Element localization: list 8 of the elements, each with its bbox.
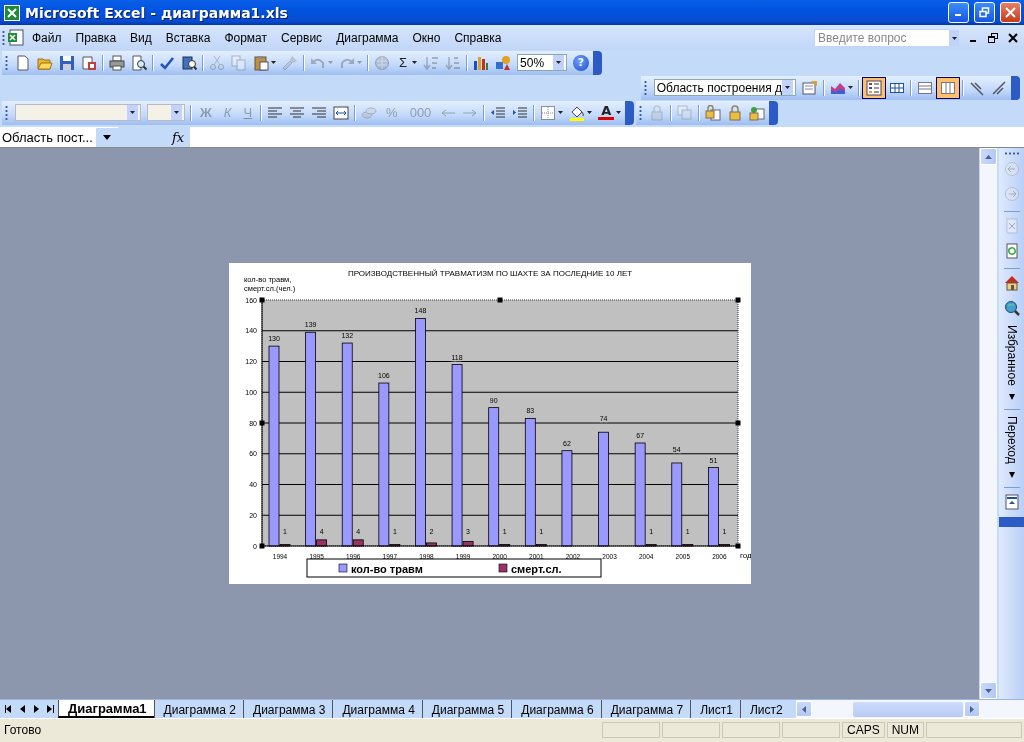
status-text: Готово — [4, 723, 42, 737]
legend-label: смерт.сл. — [511, 562, 562, 575]
legend-label: кол-во травм — [351, 562, 423, 575]
status-indicator: NUM — [886, 722, 924, 738]
window-title: Microsoft Excel - диаграмма1.xls — [25, 4, 289, 21]
status-indicator: CAPS — [842, 722, 885, 738]
axis-title: год — [740, 551, 751, 560]
chart-title: ПРОИЗВОДСТВЕННЫЙ ТРАВМАТИЗМ ПО ШАХТЕ ЗА ПОСЛЕДНИЕ 10 ЛЕТ — [347, 269, 633, 278]
